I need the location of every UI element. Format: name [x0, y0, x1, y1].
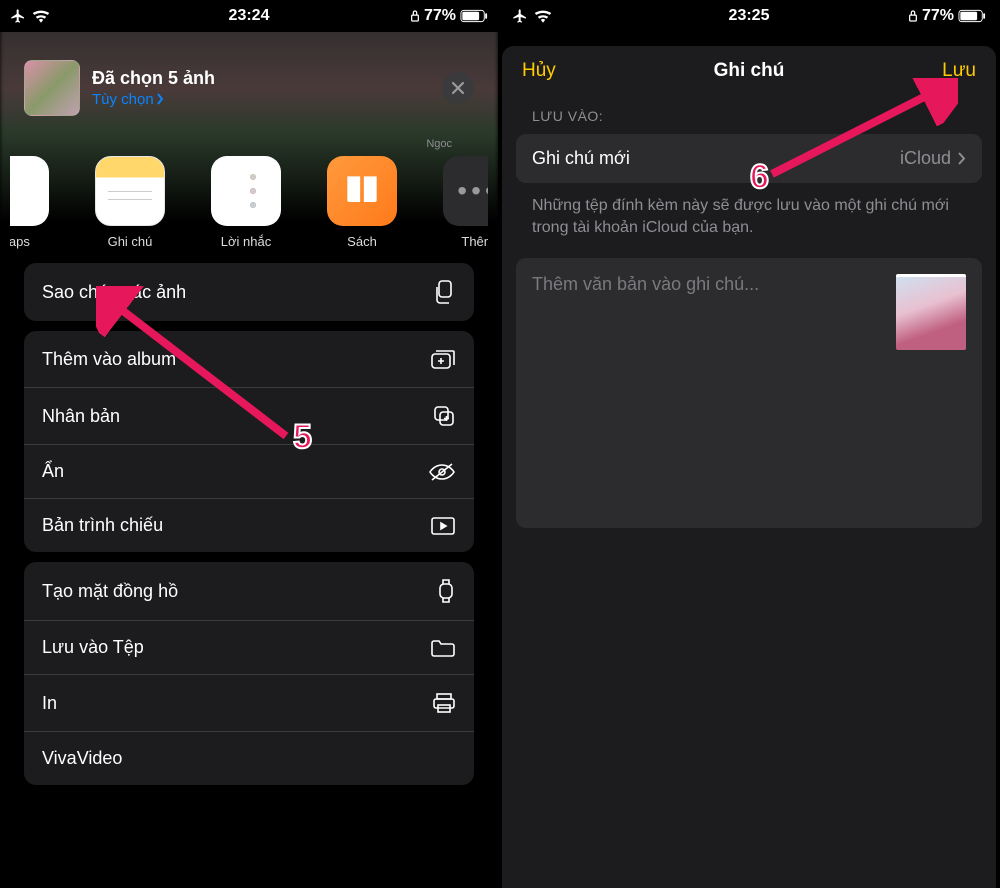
share-app-maps[interactable]: Maps	[10, 156, 72, 249]
chevron-right-icon	[957, 151, 966, 166]
status-bar: 23:25 77%	[502, 0, 996, 32]
phone-right-notes-save: 23:25 77% Hủy Ghi chú Lưu LƯU VÀO: Ghi c…	[498, 0, 996, 888]
battery-percent: 77%	[922, 7, 954, 25]
action-create-watchface[interactable]: Tạo mặt đồng hồ	[24, 562, 474, 620]
wifi-icon	[534, 9, 552, 23]
selection-thumbnail	[24, 60, 80, 116]
duplicate-icon	[432, 404, 456, 428]
annotation-badge-6: 6	[750, 158, 769, 197]
chevron-right-icon	[156, 93, 164, 105]
share-title: Đã chọn 5 ảnh	[92, 68, 430, 89]
annotation-badge-5: 5	[293, 418, 312, 457]
battery-icon	[958, 9, 986, 23]
album-add-icon	[430, 347, 456, 371]
lock-icon	[908, 9, 918, 23]
close-button[interactable]	[442, 72, 474, 104]
wifi-icon	[32, 9, 50, 23]
destination-name: Ghi chú mới	[532, 148, 630, 169]
more-icon: •••	[443, 156, 488, 226]
cancel-button[interactable]: Hủy	[522, 60, 556, 82]
share-sheet: Đã chọn 5 ảnh Tùy chọn Ngoc Maps Ghi	[10, 48, 488, 888]
options-link[interactable]: Tùy chọn	[92, 91, 164, 108]
attachment-thumbnail	[896, 274, 966, 350]
battery-icon	[460, 9, 488, 23]
phone-left-share-sheet: 23:24 77% Đã chọn 5 ảnh Tùy chọn	[0, 0, 498, 888]
note-text-input[interactable]: Thêm văn bản vào ghi chú...	[532, 274, 886, 512]
action-save-to-files[interactable]: Lưu vào Tệp	[24, 620, 474, 674]
battery-percent: 77%	[424, 7, 456, 25]
help-text: Những tệp đính kèm này sẽ được lưu vào m…	[502, 183, 996, 258]
share-app-more[interactable]: ••• Thêm	[420, 156, 488, 249]
watch-icon	[436, 578, 456, 604]
print-icon	[432, 691, 456, 715]
annotation-arrow-5	[96, 286, 306, 446]
airplane-mode-icon	[10, 8, 26, 24]
status-time: 23:24	[229, 7, 270, 25]
airplane-mode-icon	[512, 8, 528, 24]
slideshow-icon	[430, 516, 456, 536]
action-hide[interactable]: Ẩn	[24, 444, 474, 498]
hide-icon	[428, 462, 456, 482]
action-group-3: Tạo mặt đồng hồ Lưu vào Tệp In VivaVideo	[24, 562, 474, 785]
status-bar: 23:24 77%	[0, 0, 498, 32]
share-app-books[interactable]: Sách	[304, 156, 420, 249]
airdrop-contact-name: Ngoc	[10, 138, 488, 150]
action-print[interactable]: In	[24, 674, 474, 731]
folder-icon	[430, 638, 456, 658]
maps-icon	[10, 156, 49, 226]
share-header: Đã chọn 5 ảnh Tùy chọn	[10, 48, 488, 128]
notes-icon	[95, 156, 165, 226]
note-body[interactable]: Thêm văn bản vào ghi chú...	[516, 258, 982, 528]
share-app-row[interactable]: Maps Ghi chú Lời nhắc Sách ••• Thêm	[10, 150, 488, 263]
share-app-notes[interactable]: Ghi chú	[72, 156, 188, 249]
action-slideshow[interactable]: Bản trình chiếu	[24, 498, 474, 552]
reminders-icon	[211, 156, 281, 226]
status-time: 23:25	[729, 7, 770, 25]
share-app-reminders[interactable]: Lời nhắc	[188, 156, 304, 249]
annotation-arrow-6	[758, 78, 958, 188]
lock-icon	[410, 9, 420, 23]
action-vivavideo[interactable]: VivaVideo	[24, 731, 474, 785]
copy-icon	[432, 279, 456, 305]
books-icon	[327, 156, 397, 226]
